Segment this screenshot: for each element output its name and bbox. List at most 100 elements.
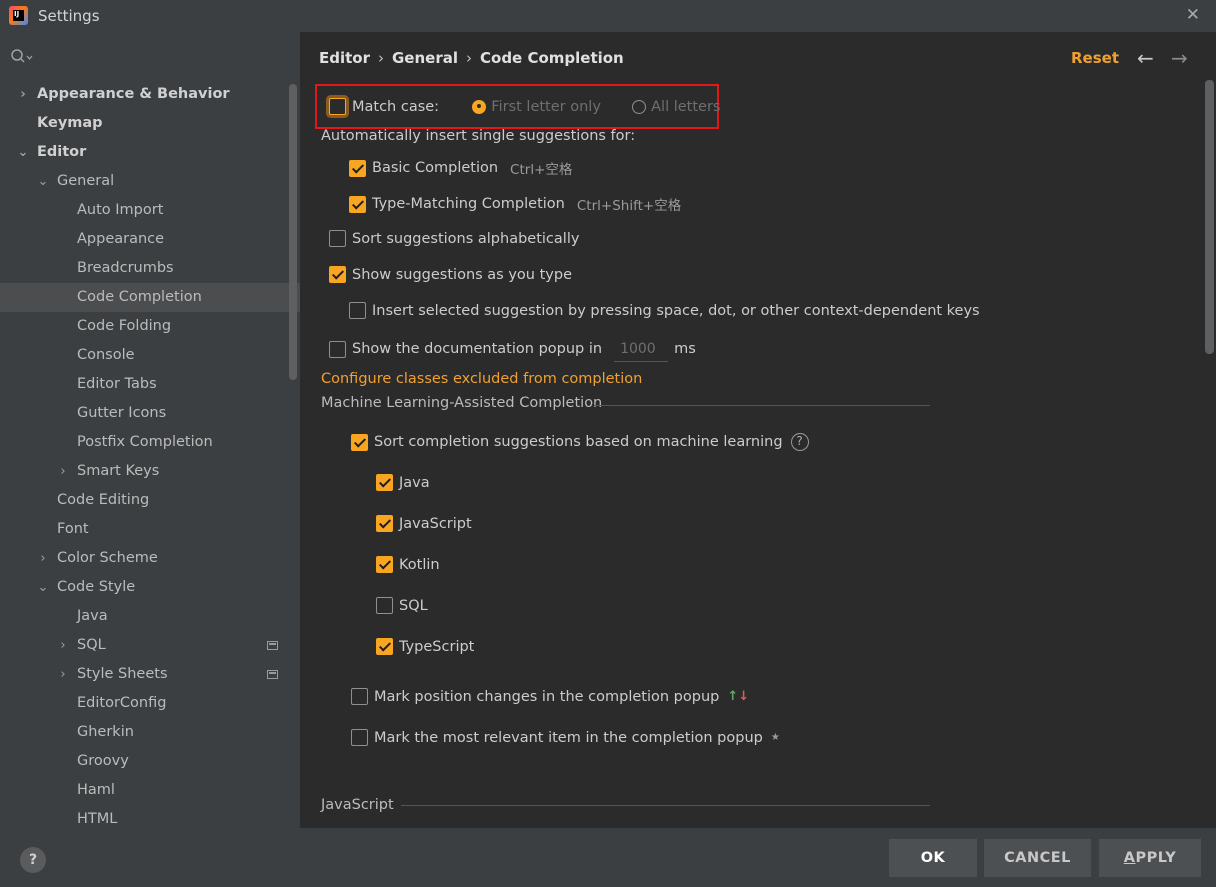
doc-popup-unit: ms bbox=[674, 341, 696, 357]
sidebar-item-code-style[interactable]: ⌄ Code Style bbox=[0, 573, 300, 602]
breadcrumb-code-completion: Code Completion bbox=[480, 49, 624, 67]
sidebar-item-label: Postfix Completion bbox=[77, 434, 213, 450]
sidebar-item-color-scheme[interactable]: › Color Scheme bbox=[0, 544, 300, 573]
chevron-down-icon[interactable]: ⌄ bbox=[36, 167, 50, 196]
sidebar-item-editorconfig[interactable]: EditorConfig bbox=[0, 689, 300, 718]
settings-tree: › Appearance & Behavior Keymap ⌄ Editor ⌄ Gene… bbox=[0, 80, 300, 828]
sidebar-item-editor[interactable]: ⌄ Editor bbox=[0, 138, 300, 167]
match-case-label: Match case: bbox=[352, 98, 440, 115]
ml-lang-checkbox-typescript[interactable] bbox=[376, 638, 393, 655]
doc-popup-delay-input[interactable]: 1000 bbox=[614, 336, 669, 362]
mark-position-checkbox[interactable] bbox=[351, 688, 368, 705]
sidebar-item-label: Smart Keys bbox=[77, 463, 160, 479]
ml-lang-checkbox-sql[interactable] bbox=[376, 597, 393, 614]
reset-link[interactable]: Reset bbox=[1071, 49, 1119, 67]
project-scope-icon bbox=[267, 641, 278, 650]
star-icon: ★ bbox=[770, 732, 780, 743]
first-letter-radio[interactable] bbox=[472, 99, 487, 114]
basic-completion-checkbox[interactable] bbox=[349, 159, 366, 177]
all-letters-radio[interactable] bbox=[632, 99, 647, 114]
sidebar-item-editor-tabs[interactable]: Editor Tabs bbox=[0, 370, 300, 399]
ml-lang-row-javascript: JavaScript bbox=[376, 515, 472, 532]
mark-relevant-checkbox[interactable] bbox=[351, 729, 368, 746]
app-icon-text: IJ bbox=[14, 10, 20, 18]
sidebar-item-code-completion[interactable]: Code Completion bbox=[0, 283, 300, 312]
sidebar-item-java[interactable]: Java bbox=[0, 602, 300, 631]
sidebar-item-label: HTML bbox=[77, 811, 118, 827]
chevron-right-icon[interactable]: › bbox=[56, 660, 70, 689]
dialog-footer: ? OK CANCEL APPLY bbox=[0, 828, 1216, 887]
chevron-right-icon[interactable]: › bbox=[16, 80, 30, 109]
configure-excluded-link[interactable]: Configure classes excluded from completi… bbox=[321, 371, 642, 387]
basic-completion-label: Basic Completion bbox=[372, 160, 499, 176]
project-scope-icon bbox=[267, 670, 278, 679]
sidebar-item-gherkin[interactable]: Gherkin bbox=[0, 718, 300, 747]
sidebar-item-label: Style Sheets bbox=[77, 666, 168, 682]
sidebar-item-auto-import[interactable]: Auto Import bbox=[0, 196, 300, 225]
content-scrollbar[interactable] bbox=[1205, 80, 1214, 354]
sort-alpha-row: Sort suggestions alphabetically bbox=[329, 230, 579, 247]
sidebar-item-font[interactable]: Font bbox=[0, 515, 300, 544]
match-case-checkbox[interactable] bbox=[329, 98, 346, 115]
sidebar-item-haml[interactable]: Haml bbox=[0, 776, 300, 805]
breadcrumb-editor[interactable]: Editor bbox=[319, 49, 370, 67]
help-circle-icon[interactable]: ? bbox=[790, 433, 809, 451]
sidebar-item-label: Appearance bbox=[77, 231, 165, 247]
sidebar-item-breadcrumbs[interactable]: Breadcrumbs bbox=[0, 254, 300, 283]
type-matching-label: Type-Matching Completion bbox=[372, 196, 565, 212]
back-arrow-icon[interactable]: ← bbox=[1137, 46, 1154, 70]
ml-section-title: Machine Learning-Assisted Completion bbox=[321, 395, 603, 411]
sidebar-item-console[interactable]: Console bbox=[0, 341, 300, 370]
breadcrumb: Editor › General › Code Completion bbox=[319, 49, 624, 67]
type-matching-checkbox[interactable] bbox=[349, 195, 366, 213]
auto-insert-label: Automatically insert single suggestions … bbox=[321, 128, 636, 144]
ml-lang-checkbox-java[interactable] bbox=[376, 474, 393, 491]
sidebar-item-smart-keys[interactable]: › Smart Keys bbox=[0, 457, 300, 486]
forward-arrow-icon[interactable]: → bbox=[1171, 46, 1188, 70]
sidebar-item-code-folding[interactable]: Code Folding bbox=[0, 312, 300, 341]
ml-lang-checkbox-javascript[interactable] bbox=[376, 515, 393, 532]
apply-mnemonic: A bbox=[1123, 850, 1136, 866]
show-as-type-checkbox[interactable] bbox=[329, 266, 346, 283]
mark-position-label: Mark position changes in the completion … bbox=[374, 688, 720, 705]
insert-selected-checkbox[interactable] bbox=[349, 302, 366, 319]
type-matching-shortcut: Ctrl+Shift+空格 bbox=[576, 198, 682, 214]
sidebar-scrollbar[interactable] bbox=[289, 84, 297, 380]
doc-popup-checkbox[interactable] bbox=[329, 340, 346, 358]
apply-button[interactable]: APPLY bbox=[1099, 839, 1201, 877]
sidebar-item-appearance[interactable]: Appearance bbox=[0, 225, 300, 254]
sidebar-item-sql[interactable]: › SQL bbox=[0, 631, 300, 660]
close-icon[interactable]: ✕ bbox=[1186, 5, 1200, 25]
sidebar-item-label: Appearance & Behavior bbox=[37, 86, 230, 102]
sidebar-item-label: Gherkin bbox=[77, 724, 134, 740]
breadcrumb-general[interactable]: General bbox=[392, 49, 458, 67]
sidebar-item-keymap[interactable]: Keymap bbox=[0, 109, 300, 138]
sidebar-item-gutter-icons[interactable]: Gutter Icons bbox=[0, 399, 300, 428]
sidebar-item-code-editing[interactable]: Code Editing bbox=[0, 486, 300, 515]
chevron-down-icon[interactable]: ⌄ bbox=[16, 138, 30, 167]
sidebar-item-groovy[interactable]: Groovy bbox=[0, 747, 300, 776]
title-bar: IJ Settings ✕ bbox=[0, 0, 1216, 32]
sidebar-item-label: Java bbox=[77, 608, 108, 624]
sidebar-item-style-sheets[interactable]: › Style Sheets bbox=[0, 660, 300, 689]
chevron-down-icon[interactable]: ⌄ bbox=[36, 573, 50, 602]
chevron-right-icon[interactable]: › bbox=[56, 457, 70, 486]
js-section-divider bbox=[401, 805, 930, 806]
sidebar-item-label: Gutter Icons bbox=[77, 405, 167, 421]
ml-lang-checkbox-kotlin[interactable] bbox=[376, 556, 393, 573]
ml-sort-checkbox[interactable] bbox=[351, 433, 368, 451]
chevron-right-icon[interactable]: › bbox=[36, 544, 50, 573]
chevron-right-icon[interactable]: › bbox=[56, 631, 70, 660]
ml-lang-label: TypeScript bbox=[399, 638, 475, 655]
search-field[interactable] bbox=[10, 48, 34, 66]
sidebar-item-general[interactable]: ⌄ General bbox=[0, 167, 300, 196]
sidebar-item-label: Code Editing bbox=[57, 492, 150, 508]
ml-lang-row-java: Java bbox=[376, 474, 430, 491]
help-button[interactable]: ? bbox=[20, 847, 46, 873]
cancel-button[interactable]: CANCEL bbox=[984, 839, 1091, 877]
ok-button[interactable]: OK bbox=[889, 839, 977, 877]
sidebar-item-postfix-completion[interactable]: Postfix Completion bbox=[0, 428, 300, 457]
sidebar-item-html[interactable]: HTML bbox=[0, 805, 300, 828]
sort-alpha-checkbox[interactable] bbox=[329, 230, 346, 247]
sidebar-item-appearance-behavior[interactable]: › Appearance & Behavior bbox=[0, 80, 300, 109]
